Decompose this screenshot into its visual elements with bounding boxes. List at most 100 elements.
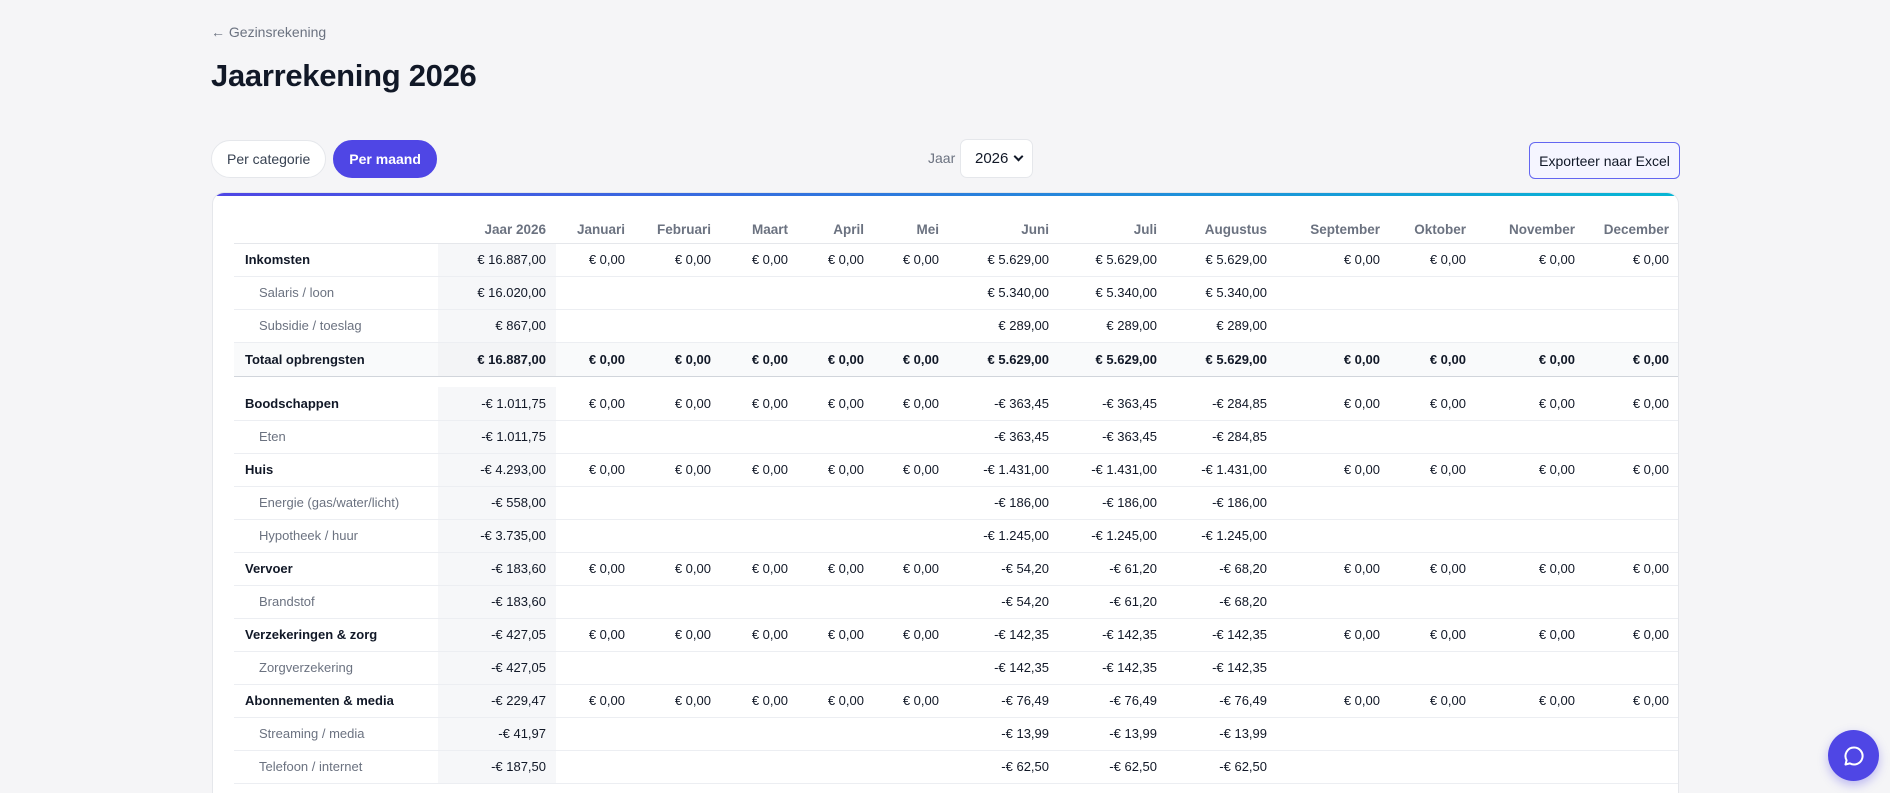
month-cell: € 0,00	[798, 453, 874, 487]
month-cell	[556, 309, 635, 343]
month-cell	[635, 420, 721, 454]
row-label: Salaris / loon	[234, 276, 438, 310]
month-cell	[798, 585, 874, 619]
month-cell	[635, 585, 721, 619]
row-label: Abonnementen & media	[234, 684, 438, 718]
month-cell	[721, 420, 798, 454]
row-label: Telefoon / internet	[234, 750, 438, 784]
month-cell	[1277, 717, 1390, 751]
spacer-cell	[234, 376, 1678, 387]
category-row: Boodschappen -€ 1.011,75 € 0,00 € 0,00 € 0,0…	[234, 387, 1678, 421]
month-cell	[1390, 486, 1476, 520]
back-link-gezinsrekening[interactable]: ← Gezinsrekening	[211, 24, 326, 40]
year-total-cell: € 16.887,00	[438, 243, 556, 277]
month-cell	[721, 717, 798, 751]
month-cell: € 0,00	[874, 684, 949, 718]
month-cell: € 0,00	[798, 387, 874, 421]
month-cell: € 5.340,00	[1059, 276, 1167, 310]
month-cell	[874, 750, 949, 784]
month-cell: € 0,00	[721, 618, 798, 652]
month-cell: -€ 62,50	[949, 750, 1059, 784]
year-total-cell: -€ 4.293,00	[438, 453, 556, 487]
month-cell: € 0,00	[721, 453, 798, 487]
month-cell	[1585, 276, 1678, 310]
month-cell: € 0,00	[798, 341, 874, 377]
month-cell: € 0,00	[874, 243, 949, 277]
column-header: Oktober	[1390, 216, 1476, 244]
category-row: Inkomsten € 16.887,00 € 0,00 € 0,00 € 0,00 € …	[234, 243, 1678, 277]
month-cell	[1476, 519, 1585, 553]
month-cell	[556, 486, 635, 520]
month-cell: -€ 186,00	[949, 486, 1059, 520]
month-cell: € 0,00	[1390, 341, 1476, 377]
month-cell	[1585, 750, 1678, 784]
table-body: Inkomsten € 16.887,00 € 0,00 € 0,00 € 0,00 € …	[234, 243, 1678, 784]
chevron-down-icon	[1013, 151, 1024, 162]
month-cell: € 0,00	[1390, 453, 1476, 487]
month-cell	[874, 651, 949, 685]
month-cell: -€ 1.245,00	[1167, 519, 1277, 553]
column-header: September	[1277, 216, 1390, 244]
export-excel-button[interactable]: Exporteer naar Excel	[1529, 142, 1680, 179]
month-cell	[874, 519, 949, 553]
month-cell	[798, 486, 874, 520]
year-label: Jaar	[928, 150, 956, 166]
month-cell: € 289,00	[1059, 309, 1167, 343]
row-label: Vervoer	[234, 552, 438, 586]
subcategory-row: Brandstof -€ 183,60 -€ 54,20 -€ 61,20 -€ 68,…	[234, 585, 1678, 619]
month-cell	[1277, 309, 1390, 343]
month-cell	[1476, 750, 1585, 784]
row-label: Streaming / media	[234, 717, 438, 751]
chat-button[interactable]	[1828, 730, 1879, 781]
row-label: Huis	[234, 453, 438, 487]
month-cell	[1585, 651, 1678, 685]
month-cell	[1390, 309, 1476, 343]
month-cell: -€ 142,35	[949, 618, 1059, 652]
month-cell: € 0,00	[874, 618, 949, 652]
per-category-button[interactable]: Per categorie	[211, 140, 327, 178]
month-cell: -€ 142,35	[1167, 651, 1277, 685]
year-total-cell: -€ 427,05	[438, 651, 556, 685]
per-month-button[interactable]: Per maand	[333, 140, 437, 178]
subcategory-row: Streaming / media -€ 41,97 -€ 13,99 -€ 13,9…	[234, 717, 1678, 751]
row-label: Inkomsten	[234, 243, 438, 277]
month-cell: -€ 1.245,00	[949, 519, 1059, 553]
month-cell	[1476, 717, 1585, 751]
month-cell: € 0,00	[1585, 341, 1678, 377]
month-cell	[1476, 309, 1585, 343]
year-total-cell: -€ 3.735,00	[438, 519, 556, 553]
month-cell: € 0,00	[1476, 387, 1585, 421]
month-cell: -€ 68,20	[1167, 552, 1277, 586]
month-cell: -€ 363,45	[1059, 420, 1167, 454]
month-cell: € 0,00	[1277, 387, 1390, 421]
month-cell: € 0,00	[798, 552, 874, 586]
month-cell: € 0,00	[798, 243, 874, 277]
month-cell	[635, 309, 721, 343]
column-header: Januari	[556, 216, 635, 244]
month-cell	[635, 276, 721, 310]
month-cell: -€ 61,20	[1059, 552, 1167, 586]
month-cell: -€ 62,50	[1167, 750, 1277, 784]
month-cell	[635, 750, 721, 784]
subcategory-row: Hypotheek / huur -€ 3.735,00 -€ 1.245,00 -€…	[234, 519, 1678, 553]
month-cell: € 0,00	[1277, 552, 1390, 586]
row-label: Subsidie / toeslag	[234, 309, 438, 343]
month-cell: -€ 142,35	[1059, 618, 1167, 652]
subcategory-row: Subsidie / toeslag € 867,00 € 289,00 € 289,…	[234, 309, 1678, 343]
month-cell: € 0,00	[1390, 387, 1476, 421]
month-cell: € 0,00	[1390, 552, 1476, 586]
month-cell: € 0,00	[556, 243, 635, 277]
column-header: Februari	[635, 216, 721, 244]
month-cell	[721, 519, 798, 553]
month-cell	[1585, 717, 1678, 751]
month-cell	[874, 717, 949, 751]
month-cell: € 0,00	[1390, 684, 1476, 718]
month-cell: -€ 54,20	[949, 552, 1059, 586]
column-header: Jaar 2026	[438, 216, 556, 244]
subcategory-row: Zorgverzekering -€ 427,05 -€ 142,35 -€ 142,…	[234, 651, 1678, 685]
month-cell: € 0,00	[635, 453, 721, 487]
month-cell	[1277, 420, 1390, 454]
month-cell: € 0,00	[874, 387, 949, 421]
month-cell: € 0,00	[556, 387, 635, 421]
year-select[interactable]: 2026	[960, 139, 1033, 178]
